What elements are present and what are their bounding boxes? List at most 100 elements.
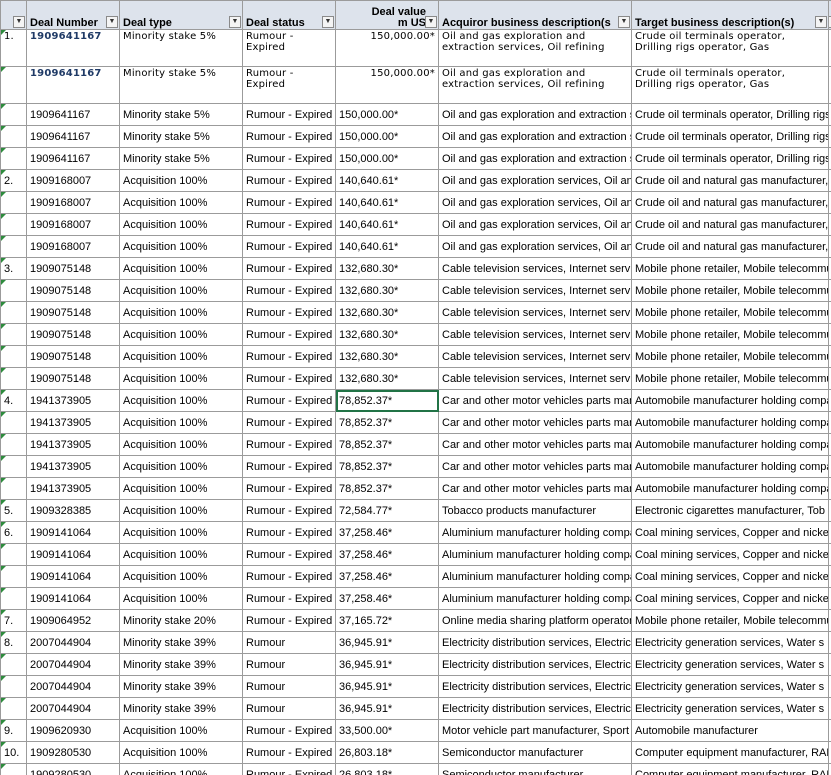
cell-deal-number[interactable]: 1909168007 [26,213,120,236]
cell-index[interactable]: 3. [0,257,27,280]
cell-deal-value[interactable]: 140,640.61* [335,169,439,192]
cell-target-description[interactable]: Electricity generation services, Water s [631,697,829,720]
cell-deal-value[interactable]: 150,000.00* [335,66,439,104]
cell-target-description[interactable]: Crude oil terminals operator, Drilling r… [631,66,829,104]
cell-deal-type[interactable]: Minority stake 5% [119,103,243,126]
cell-deal-value[interactable]: 140,640.61* [335,191,439,214]
cell-target-description[interactable]: Mobile phone retailer, Mobile telecommu [631,279,829,302]
cell-index[interactable]: 1. [0,29,27,67]
cell-acquiror-description[interactable]: Oil and gas exploration and extraction s [438,103,632,126]
cell-deal-type[interactable]: Acquisition 100% [119,323,243,346]
cell-deal-value[interactable]: 132,680.30* [335,345,439,368]
cell-deal-type[interactable]: Acquisition 100% [119,345,243,368]
cell-index[interactable] [0,301,27,324]
cell-deal-value[interactable]: 36,945.91* [335,631,439,654]
cell-index[interactable]: 4. [0,389,27,412]
cell-acquiror-description[interactable]: Cable television services, Internet serv… [438,257,632,280]
cell-index[interactable] [0,565,27,588]
cell-acquiror-description[interactable]: Electricity distribution services, Elect… [438,697,632,720]
cell-acquiror-description[interactable]: Tobacco products manufacturer [438,499,632,522]
cell-deal-status[interactable]: Rumour - Expired [242,125,336,148]
cell-deal-status[interactable]: Rumour - Expired [242,499,336,522]
cell-deal-type[interactable]: Acquisition 100% [119,235,243,258]
cell-deal-value[interactable]: 78,852.37* [335,455,439,478]
cell-deal-number[interactable]: 1909141064 [26,543,120,566]
cell-target-description[interactable]: Electricity generation services, Water s [631,631,829,654]
cell-deal-number[interactable]: 1909141064 [26,587,120,610]
cell-deal-value[interactable]: 37,258.46* [335,521,439,544]
cell-deal-type[interactable]: Acquisition 100% [119,279,243,302]
cell-index[interactable] [0,235,27,258]
cell-deal-value[interactable]: 150,000.00* [335,103,439,126]
cell-index[interactable] [0,455,27,478]
cell-deal-status[interactable]: Rumour - Expired [242,609,336,632]
cell-target-description[interactable]: Automobile manufacturer holding compa [631,389,829,412]
cell-acquiror-description[interactable]: Oil and gas exploration and extraction s… [438,29,632,67]
cell-acquiror-description[interactable]: Electricity distribution services, Elect… [438,653,632,676]
cell-deal-type[interactable]: Minority stake 5% [119,66,243,104]
cell-deal-number[interactable]: 1909075148 [26,257,120,280]
header-target[interactable]: Target business description(s) ▼ [631,0,829,30]
cell-target-description[interactable]: Automobile manufacturer holding compa [631,411,829,434]
cell-deal-number[interactable]: 1909641167 [26,29,120,67]
cell-deal-number[interactable]: 1909641167 [26,66,120,104]
cell-acquiror-description[interactable]: Aluminium manufacturer holding compar [438,565,632,588]
cell-deal-number[interactable]: 1909075148 [26,323,120,346]
filter-dropdown-icon[interactable]: ▼ [815,16,827,28]
cell-deal-status[interactable]: Rumour - Expired [242,565,336,588]
cell-acquiror-description[interactable]: Car and other motor vehicles parts man [438,389,632,412]
cell-deal-status[interactable]: Rumour - Expired [242,543,336,566]
cell-target-description[interactable]: Automobile manufacturer holding compa [631,455,829,478]
filter-dropdown-icon[interactable]: ▼ [106,16,118,28]
cell-target-description[interactable]: Automobile manufacturer holding compa [631,433,829,456]
cell-deal-value[interactable]: 37,258.46* [335,543,439,566]
cell-deal-value[interactable]: 33,500.00* [335,719,439,742]
cell-acquiror-description[interactable]: Cable television services, Internet serv… [438,301,632,324]
cell-deal-value[interactable]: 150,000.00* [335,125,439,148]
cell-acquiror-description[interactable]: Oil and gas exploration and extraction s [438,125,632,148]
cell-acquiror-description[interactable]: Cable television services, Internet serv… [438,367,632,390]
cell-acquiror-description[interactable]: Car and other motor vehicles parts man [438,455,632,478]
cell-target-description[interactable]: Coal mining services, Copper and nickel [631,587,829,610]
cell-deal-type[interactable]: Acquisition 100% [119,169,243,192]
cell-deal-value[interactable]: 78,852.37* [335,433,439,456]
cell-target-description[interactable]: Electronic cigarettes manufacturer, Tob [631,499,829,522]
cell-deal-number[interactable]: 1909280530 [26,741,120,764]
cell-deal-value[interactable]: 78,852.37* [335,477,439,500]
cell-deal-number[interactable]: 1909641167 [26,103,120,126]
cell-index[interactable] [0,763,27,775]
cell-deal-type[interactable]: Minority stake 5% [119,29,243,67]
cell-deal-value[interactable]: 26,803.18* [335,741,439,764]
cell-deal-number[interactable]: 1941373905 [26,477,120,500]
cell-target-description[interactable]: Coal mining services, Copper and nickel [631,521,829,544]
cell-deal-status[interactable]: Rumour - Expired [242,191,336,214]
cell-deal-status[interactable]: Rumour - Expired [242,367,336,390]
cell-deal-type[interactable]: Acquisition 100% [119,411,243,434]
cell-target-description[interactable]: Electricity generation services, Water s [631,653,829,676]
cell-deal-value[interactable]: 150,000.00* [335,29,439,67]
cell-index[interactable] [0,675,27,698]
cell-deal-type[interactable]: Acquisition 100% [119,367,243,390]
cell-target-description[interactable]: Electricity generation services, Water s [631,675,829,698]
cell-deal-value[interactable]: 37,165.72* [335,609,439,632]
cell-index[interactable] [0,103,27,126]
header-deal-value[interactable]: Deal value m US ▼ [335,0,439,30]
filter-dropdown-icon[interactable]: ▼ [425,16,437,28]
header-index[interactable]: ▼ [0,0,27,30]
cell-target-description[interactable]: Mobile phone retailer, Mobile telecommu [631,323,829,346]
cell-deal-value[interactable]: 26,803.18* [335,763,439,775]
cell-deal-type[interactable]: Minority stake 39% [119,653,243,676]
cell-deal-number[interactable]: 1909064952 [26,609,120,632]
cell-deal-value[interactable]: 36,945.91* [335,697,439,720]
cell-deal-value[interactable]: 132,680.30* [335,323,439,346]
cell-deal-number[interactable]: 1941373905 [26,389,120,412]
cell-deal-type[interactable]: Minority stake 20% [119,609,243,632]
cell-index[interactable] [0,147,27,170]
cell-acquiror-description[interactable]: Oil and gas exploration and extraction s [438,147,632,170]
cell-deal-type[interactable]: Acquisition 100% [119,213,243,236]
cell-deal-number[interactable]: 1941373905 [26,455,120,478]
cell-deal-status[interactable]: Rumour - Expired [242,147,336,170]
cell-index[interactable]: 7. [0,609,27,632]
cell-acquiror-description[interactable]: Oil and gas exploration services, Oil an… [438,213,632,236]
cell-target-description[interactable]: Computer equipment manufacturer, RAN [631,763,829,775]
